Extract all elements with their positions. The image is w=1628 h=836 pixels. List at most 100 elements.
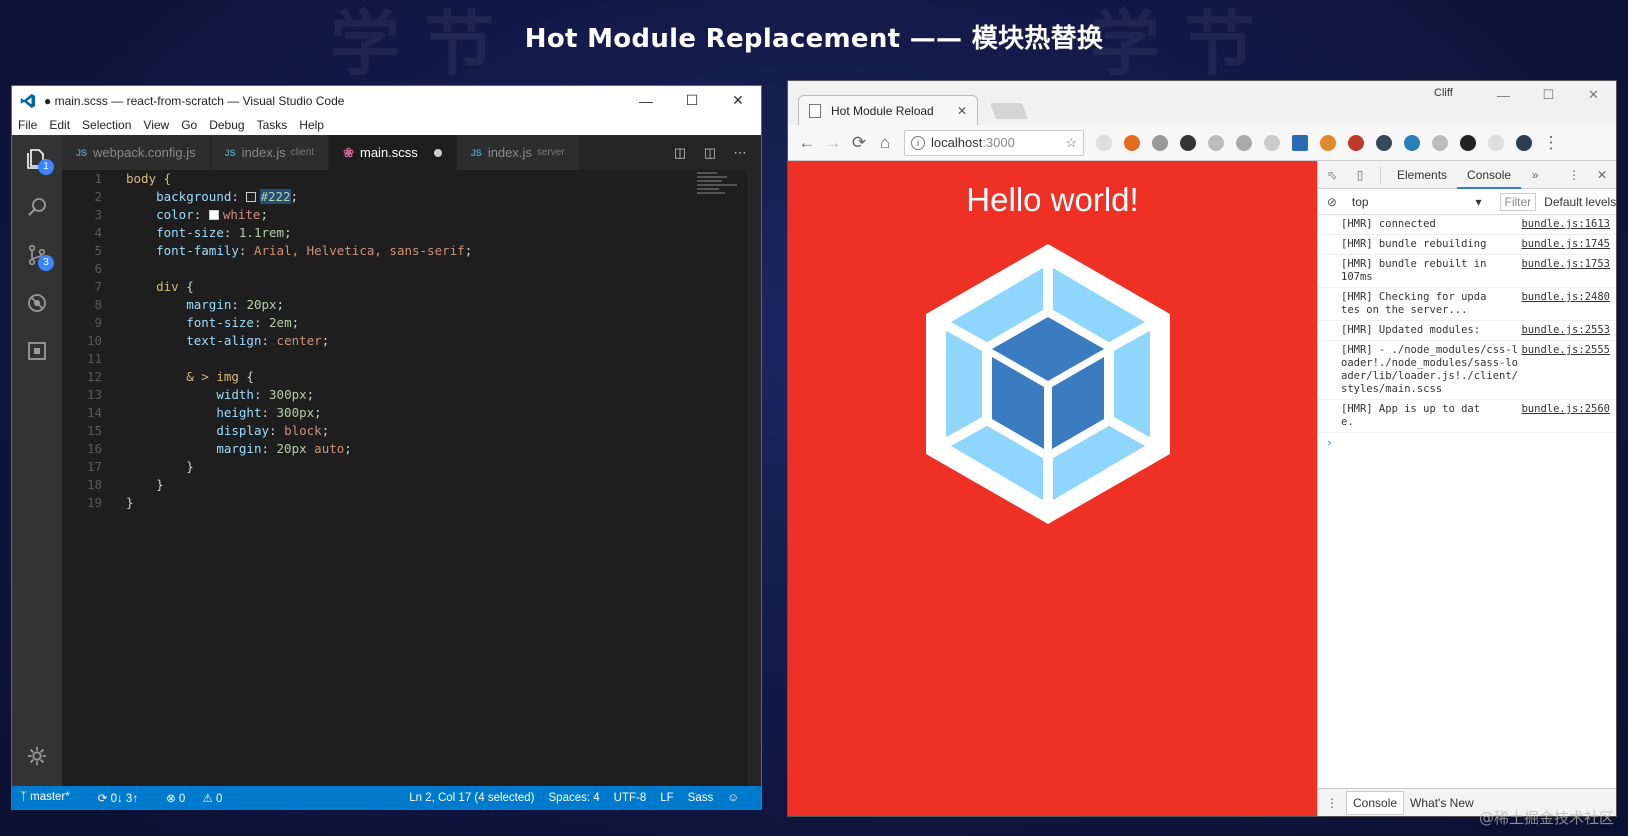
color-swatch-icon[interactable] bbox=[246, 192, 257, 202]
log-entry: [HMR] - ./node_modules/css-loader!./node… bbox=[1318, 341, 1616, 400]
extension-icon[interactable] bbox=[1320, 134, 1336, 151]
extensions-icon[interactable] bbox=[12, 327, 62, 375]
minimize-button[interactable]: — bbox=[623, 86, 669, 115]
cursor-position[interactable]: Ln 2, Col 17 (4 selected) bbox=[409, 792, 534, 804]
close-button[interactable]: ✕ bbox=[1571, 81, 1616, 109]
tab-main-scss[interactable]: ❀ main.scss bbox=[329, 135, 457, 170]
eye-extension-icon[interactable] bbox=[1516, 134, 1532, 151]
extension-icon[interactable] bbox=[1124, 134, 1140, 151]
menu-tasks[interactable]: Tasks bbox=[257, 118, 288, 132]
extension-icon[interactable] bbox=[1460, 134, 1476, 151]
extension-icon[interactable] bbox=[1264, 134, 1280, 151]
encoding-status[interactable]: UTF-8 bbox=[614, 792, 647, 804]
log-source-link[interactable]: bundle.js:1613 bbox=[1521, 218, 1610, 231]
js-file-icon: JS bbox=[470, 147, 482, 158]
extension-icon[interactable] bbox=[1376, 134, 1392, 151]
log-source-link[interactable]: bundle.js:2555 bbox=[1521, 344, 1610, 396]
menu-edit[interactable]: Edit bbox=[49, 118, 70, 132]
minimize-button[interactable]: — bbox=[1481, 81, 1526, 109]
code-line: 12 & > img { bbox=[86, 369, 254, 384]
feedback-smiley-icon[interactable]: ☺ bbox=[727, 792, 739, 804]
log-source-link[interactable]: bundle.js:2480 bbox=[1521, 291, 1610, 317]
back-arrow-icon[interactable]: ← bbox=[794, 133, 820, 153]
tab-elements[interactable]: Elements bbox=[1387, 161, 1457, 189]
extension-icon[interactable] bbox=[1404, 134, 1420, 151]
vscode-logo-icon bbox=[20, 93, 35, 108]
warnings-count: 0 bbox=[216, 792, 223, 805]
sync-status[interactable]: ⟳ 0↓ 3↑ bbox=[98, 791, 152, 805]
git-branch-status[interactable]: ᛉ master* bbox=[20, 791, 84, 805]
tab-label: index.js bbox=[487, 145, 532, 160]
log-message: [HMR] bundle rebuilding bbox=[1341, 238, 1487, 250]
info-icon[interactable]: i bbox=[911, 135, 925, 150]
bookmark-star-icon[interactable]: ☆ bbox=[1065, 135, 1077, 151]
extension-icon[interactable] bbox=[1208, 134, 1224, 151]
drawer-tab-whats-new[interactable]: What's New bbox=[1404, 792, 1480, 814]
editor-scrollbar[interactable] bbox=[747, 170, 761, 786]
new-tab-button[interactable] bbox=[990, 103, 1028, 119]
menu-go[interactable]: Go bbox=[181, 118, 197, 132]
split-editor-icon[interactable]: ◫ bbox=[695, 145, 725, 161]
menu-debug[interactable]: Debug bbox=[209, 118, 244, 132]
menu-file[interactable]: File bbox=[18, 118, 37, 132]
search-icon[interactable] bbox=[12, 183, 62, 231]
extension-icon[interactable] bbox=[1096, 134, 1112, 151]
tab-webpack-config[interactable]: JS webpack.config.js bbox=[62, 135, 211, 170]
tab-index-client[interactable]: JS index.js client bbox=[210, 135, 330, 170]
more-tabs-icon[interactable]: » bbox=[1521, 168, 1549, 182]
more-actions-icon[interactable]: ⋯ bbox=[725, 145, 755, 161]
extension-icon[interactable] bbox=[1432, 134, 1448, 151]
menu-view[interactable]: View bbox=[143, 118, 169, 132]
close-button[interactable]: ✕ bbox=[715, 86, 761, 115]
close-devtools-icon[interactable]: ✕ bbox=[1588, 168, 1616, 182]
explorer-icon[interactable]: 1 bbox=[12, 135, 62, 183]
unsaved-dot-icon[interactable] bbox=[433, 148, 442, 157]
close-tab-icon[interactable]: ✕ bbox=[957, 104, 967, 118]
drawer-menu-icon[interactable]: ⋮ bbox=[1318, 796, 1346, 810]
drawer-tab-console[interactable]: Console bbox=[1346, 790, 1405, 815]
color-swatch-icon[interactable] bbox=[208, 210, 219, 220]
log-source-link[interactable]: bundle.js:1745 bbox=[1521, 238, 1610, 251]
browser-tab[interactable]: Hot Module Reload ✕ bbox=[798, 95, 978, 125]
inspect-element-icon[interactable]: ⬁ bbox=[1318, 168, 1346, 182]
chrome-menu-icon[interactable]: ⋮ bbox=[1538, 133, 1564, 153]
settings-gear-icon[interactable] bbox=[12, 732, 62, 780]
source-control-icon[interactable]: 3 bbox=[12, 231, 62, 279]
menu-selection[interactable]: Selection bbox=[82, 118, 131, 132]
tab-index-server[interactable]: JS index.js server bbox=[456, 135, 580, 170]
indentation-status[interactable]: Spaces: 4 bbox=[549, 792, 600, 804]
forward-arrow-icon[interactable]: → bbox=[820, 133, 846, 153]
explorer-badge: 1 bbox=[38, 159, 54, 175]
vscode-window: ● main.scss — react-from-scratch — Visua… bbox=[11, 85, 762, 810]
devtools-menu-icon[interactable]: ⋮ bbox=[1560, 168, 1588, 182]
maximize-button[interactable]: ☐ bbox=[1526, 81, 1571, 109]
extension-icon[interactable] bbox=[1292, 134, 1308, 151]
log-source-link[interactable]: bundle.js:2560 bbox=[1521, 403, 1610, 429]
open-changes-icon[interactable]: ◫ bbox=[665, 145, 695, 161]
log-source-link[interactable]: bundle.js:1753 bbox=[1521, 258, 1610, 284]
code-editor[interactable]: 1 body { 2 background: #222; 3 color: whi… bbox=[62, 170, 747, 786]
language-mode[interactable]: Sass bbox=[688, 792, 714, 804]
device-toolbar-icon[interactable]: ▯ bbox=[1346, 168, 1374, 182]
extension-icon[interactable] bbox=[1180, 134, 1196, 151]
camera-extension-icon[interactable] bbox=[1152, 134, 1168, 151]
profile-name[interactable]: Cliff bbox=[1434, 87, 1453, 99]
console-prompt[interactable]: › bbox=[1318, 433, 1616, 452]
maximize-button[interactable]: ☐ bbox=[669, 86, 715, 115]
address-bar[interactable]: i localhost:3000 ☆ bbox=[904, 129, 1084, 156]
eol-status[interactable]: LF bbox=[660, 792, 673, 804]
debug-icon[interactable] bbox=[12, 279, 62, 327]
menu-help[interactable]: Help bbox=[299, 118, 324, 132]
reload-icon[interactable]: ⟳ bbox=[846, 133, 872, 153]
context-selector[interactable]: top ▾ bbox=[1352, 195, 1482, 209]
extension-icon[interactable] bbox=[1348, 134, 1364, 151]
home-icon[interactable]: ⌂ bbox=[872, 133, 898, 153]
tab-console[interactable]: Console bbox=[1457, 161, 1522, 189]
problems-status[interactable]: ⊗ 0 ⚠ 0 bbox=[166, 791, 236, 805]
extension-icon[interactable] bbox=[1236, 134, 1252, 151]
clear-console-icon[interactable]: ⊘ bbox=[1318, 195, 1346, 209]
log-source-link[interactable]: bundle.js:2553 bbox=[1521, 324, 1610, 337]
log-levels-dropdown[interactable]: Default levels bbox=[1544, 195, 1616, 209]
extension-icon[interactable] bbox=[1488, 134, 1504, 151]
console-filter-input[interactable]: Filter bbox=[1499, 192, 1537, 211]
